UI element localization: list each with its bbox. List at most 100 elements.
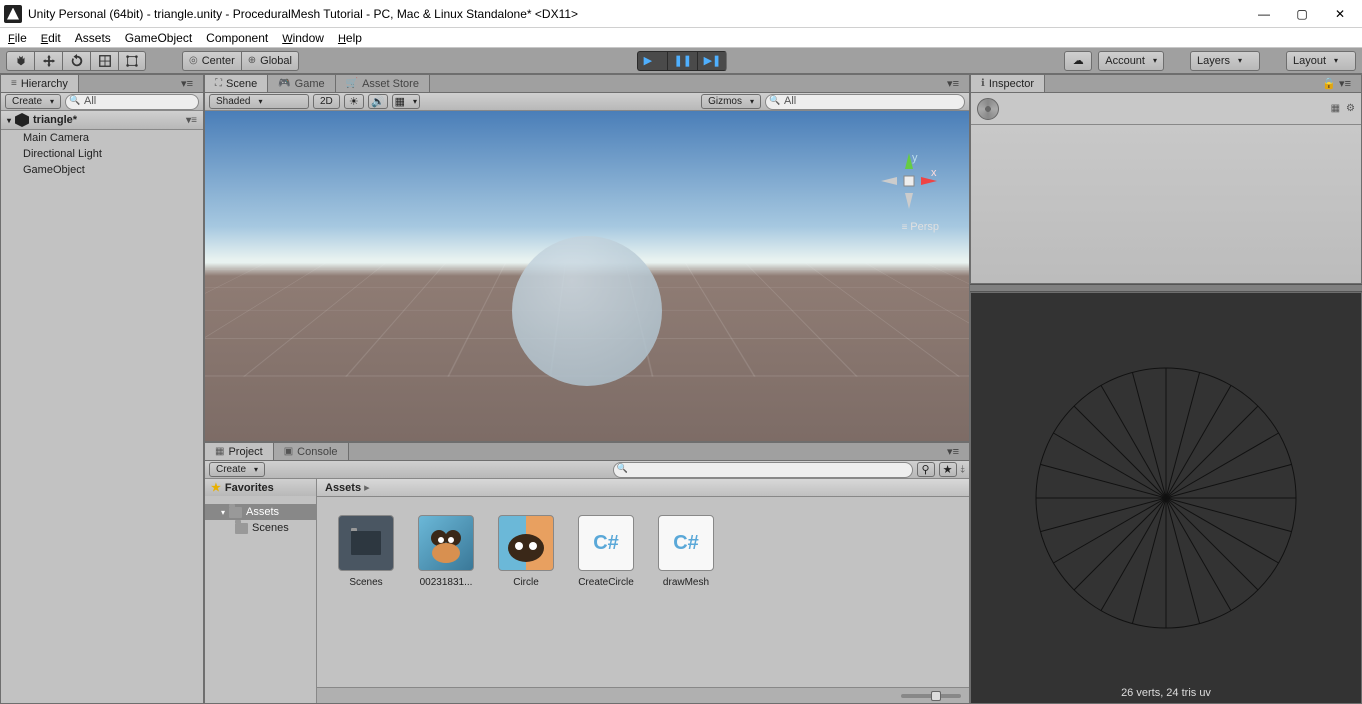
- filter-button[interactable]: ⚲: [917, 462, 935, 477]
- hierarchy-panel: ≡Hierarchy ▾≡ Create All triangle* ▾≡ Ma…: [0, 74, 204, 704]
- asset-store-tab[interactable]: 🛒Asset Store: [336, 75, 430, 92]
- csharp-script-icon: C#: [578, 515, 634, 571]
- hierarchy-menu-button[interactable]: ▾≡: [171, 75, 203, 92]
- unity-logo-icon: [4, 5, 22, 23]
- inspector-settings-icon[interactable]: ⚙: [1346, 103, 1355, 114]
- minimize-button[interactable]: —: [1254, 4, 1274, 24]
- window-titlebar: Unity Personal (64bit) - triangle.unity …: [0, 0, 1362, 28]
- rect-tool-button[interactable]: [118, 51, 146, 71]
- scene-search[interactable]: All: [765, 94, 965, 110]
- thumbnail-size-slider[interactable]: [901, 694, 961, 698]
- hierarchy-search[interactable]: All: [65, 94, 199, 110]
- mesh-preview-viewport[interactable]: 26 verts, 24 tris uv: [971, 293, 1361, 703]
- scenes-folder[interactable]: Scenes: [205, 520, 316, 536]
- scene-tab[interactable]: ⛶Scene: [205, 75, 268, 92]
- menu-window[interactable]: Window: [282, 31, 324, 45]
- project-tree: ★Favorites ▾Assets Scenes: [205, 479, 317, 703]
- hierarchy-scene-row[interactable]: triangle* ▾≡: [1, 111, 203, 130]
- hand-tool-button[interactable]: [6, 51, 34, 71]
- layers-dropdown[interactable]: Layers: [1190, 51, 1260, 71]
- menu-gameobject[interactable]: GameObject: [125, 31, 192, 45]
- menu-file[interactable]: File: [8, 31, 27, 45]
- hierarchy-item[interactable]: Directional Light: [1, 146, 203, 162]
- pivot-global-button[interactable]: ⊕Global: [241, 51, 299, 71]
- scale-tool-button[interactable]: [90, 51, 118, 71]
- asset-item[interactable]: C# drawMesh: [655, 515, 717, 588]
- folder-icon: [229, 507, 242, 518]
- fx-toggle[interactable]: ▦: [392, 94, 420, 109]
- move-tool-button[interactable]: [34, 51, 62, 71]
- folder-icon: [338, 515, 394, 571]
- inspector-tab[interactable]: ℹInspector: [971, 75, 1045, 92]
- star-icon: ★: [211, 481, 221, 494]
- image-thumb-icon: [418, 515, 474, 571]
- console-tab[interactable]: ▣Console: [274, 443, 349, 460]
- scene-icon: [15, 113, 29, 127]
- asset-item[interactable]: 00231831...: [415, 515, 477, 588]
- preview-stats-label: 26 verts, 24 tris uv: [971, 687, 1361, 699]
- pivot-group: ◎Center ⊕Global: [182, 51, 299, 71]
- window-title: Unity Personal (64bit) - triangle.unity …: [28, 7, 1254, 21]
- project-search[interactable]: [613, 462, 913, 478]
- preview-wireframe: [1026, 358, 1306, 638]
- hierarchy-item[interactable]: GameObject: [1, 162, 203, 178]
- shading-mode-dropdown[interactable]: Shaded: [209, 94, 309, 109]
- playback-group: ▶ ❚❚ ▶❚: [637, 51, 727, 71]
- assets-folder[interactable]: ▾Assets: [205, 504, 316, 520]
- lock-icon[interactable]: ⤈: [961, 464, 965, 475]
- project-create-dropdown[interactable]: Create: [209, 462, 265, 477]
- maximize-button[interactable]: ▢: [1292, 4, 1312, 24]
- svg-text:y: y: [912, 152, 918, 164]
- project-breadcrumb[interactable]: Assets ▸: [317, 479, 969, 497]
- pivot-center-button[interactable]: ◎Center: [182, 51, 241, 71]
- pause-button[interactable]: ❚❚: [667, 51, 697, 71]
- scene-menu-button[interactable]: ▾≡: [937, 75, 969, 92]
- orientation-gizmo[interactable]: y x: [879, 151, 939, 211]
- gizmos-dropdown[interactable]: Gizmos: [701, 94, 761, 109]
- inspector-help-icon[interactable]: ▦: [1331, 103, 1340, 114]
- cloud-button[interactable]: ☁: [1064, 51, 1092, 71]
- scene-panel: ⛶Scene 🎮Game 🛒Asset Store ▾≡ Shaded 2D ☀…: [204, 74, 970, 442]
- main-toolbar: ◎Center ⊕Global ▶ ❚❚ ▶❚ ☁ Account Layers…: [0, 48, 1362, 74]
- account-dropdown[interactable]: Account: [1098, 51, 1164, 71]
- svg-text:x: x: [931, 167, 937, 179]
- game-tab[interactable]: 🎮Game: [268, 75, 335, 92]
- asset-footer-bar: [317, 687, 969, 703]
- folder-icon: [235, 523, 248, 534]
- perspective-label[interactable]: ≡ Persp: [902, 221, 939, 233]
- project-tab[interactable]: ▦Project: [205, 443, 274, 460]
- mesh-asset-icon: [977, 98, 999, 120]
- splitter[interactable]: [970, 284, 1362, 292]
- csharp-script-icon: C#: [658, 515, 714, 571]
- step-button[interactable]: ▶❚: [697, 51, 727, 71]
- lighting-toggle[interactable]: ☀: [344, 94, 364, 109]
- toggle-2d-button[interactable]: 2D: [313, 94, 340, 109]
- project-panel: ▦Project ▣Console ▾≡ Create ⚲ ★ ⤈ ★Favor…: [204, 442, 970, 704]
- asset-item[interactable]: Circle: [495, 515, 557, 588]
- menu-edit[interactable]: Edit: [41, 31, 61, 45]
- hierarchy-tab[interactable]: ≡Hierarchy: [1, 75, 79, 92]
- asset-item[interactable]: C# CreateCircle: [575, 515, 637, 588]
- menubar: File Edit Assets GameObject Component Wi…: [0, 28, 1362, 48]
- inspector-panel: ℹInspector 🔒 ▾≡ ▦ ⚙: [970, 74, 1362, 284]
- play-button[interactable]: ▶: [637, 51, 667, 71]
- menu-component[interactable]: Component: [206, 31, 268, 45]
- assets-grid: Scenes 00231831... Circle: [317, 497, 969, 687]
- menu-assets[interactable]: Assets: [75, 31, 111, 45]
- menu-help[interactable]: Help: [338, 31, 362, 45]
- rotate-tool-button[interactable]: [62, 51, 90, 71]
- scene-viewport[interactable]: y x ≡ Persp: [205, 111, 969, 441]
- close-button[interactable]: ✕: [1330, 4, 1350, 24]
- inspector-lock-button[interactable]: 🔒 ▾≡: [1312, 75, 1361, 92]
- hierarchy-create-dropdown[interactable]: Create: [5, 94, 61, 109]
- layout-dropdown[interactable]: Layout: [1286, 51, 1356, 71]
- save-search-button[interactable]: ★: [939, 462, 957, 477]
- hierarchy-item[interactable]: Main Camera: [1, 130, 203, 146]
- image-thumb-icon: [498, 515, 554, 571]
- preview-panel: 26 verts, 24 tris uv: [970, 292, 1362, 704]
- project-menu-button[interactable]: ▾≡: [937, 443, 969, 460]
- asset-item[interactable]: Scenes: [335, 515, 397, 588]
- audio-toggle[interactable]: 🔊: [368, 94, 388, 109]
- transform-tools: [6, 51, 146, 71]
- favorites-header[interactable]: ★Favorites: [205, 479, 316, 496]
